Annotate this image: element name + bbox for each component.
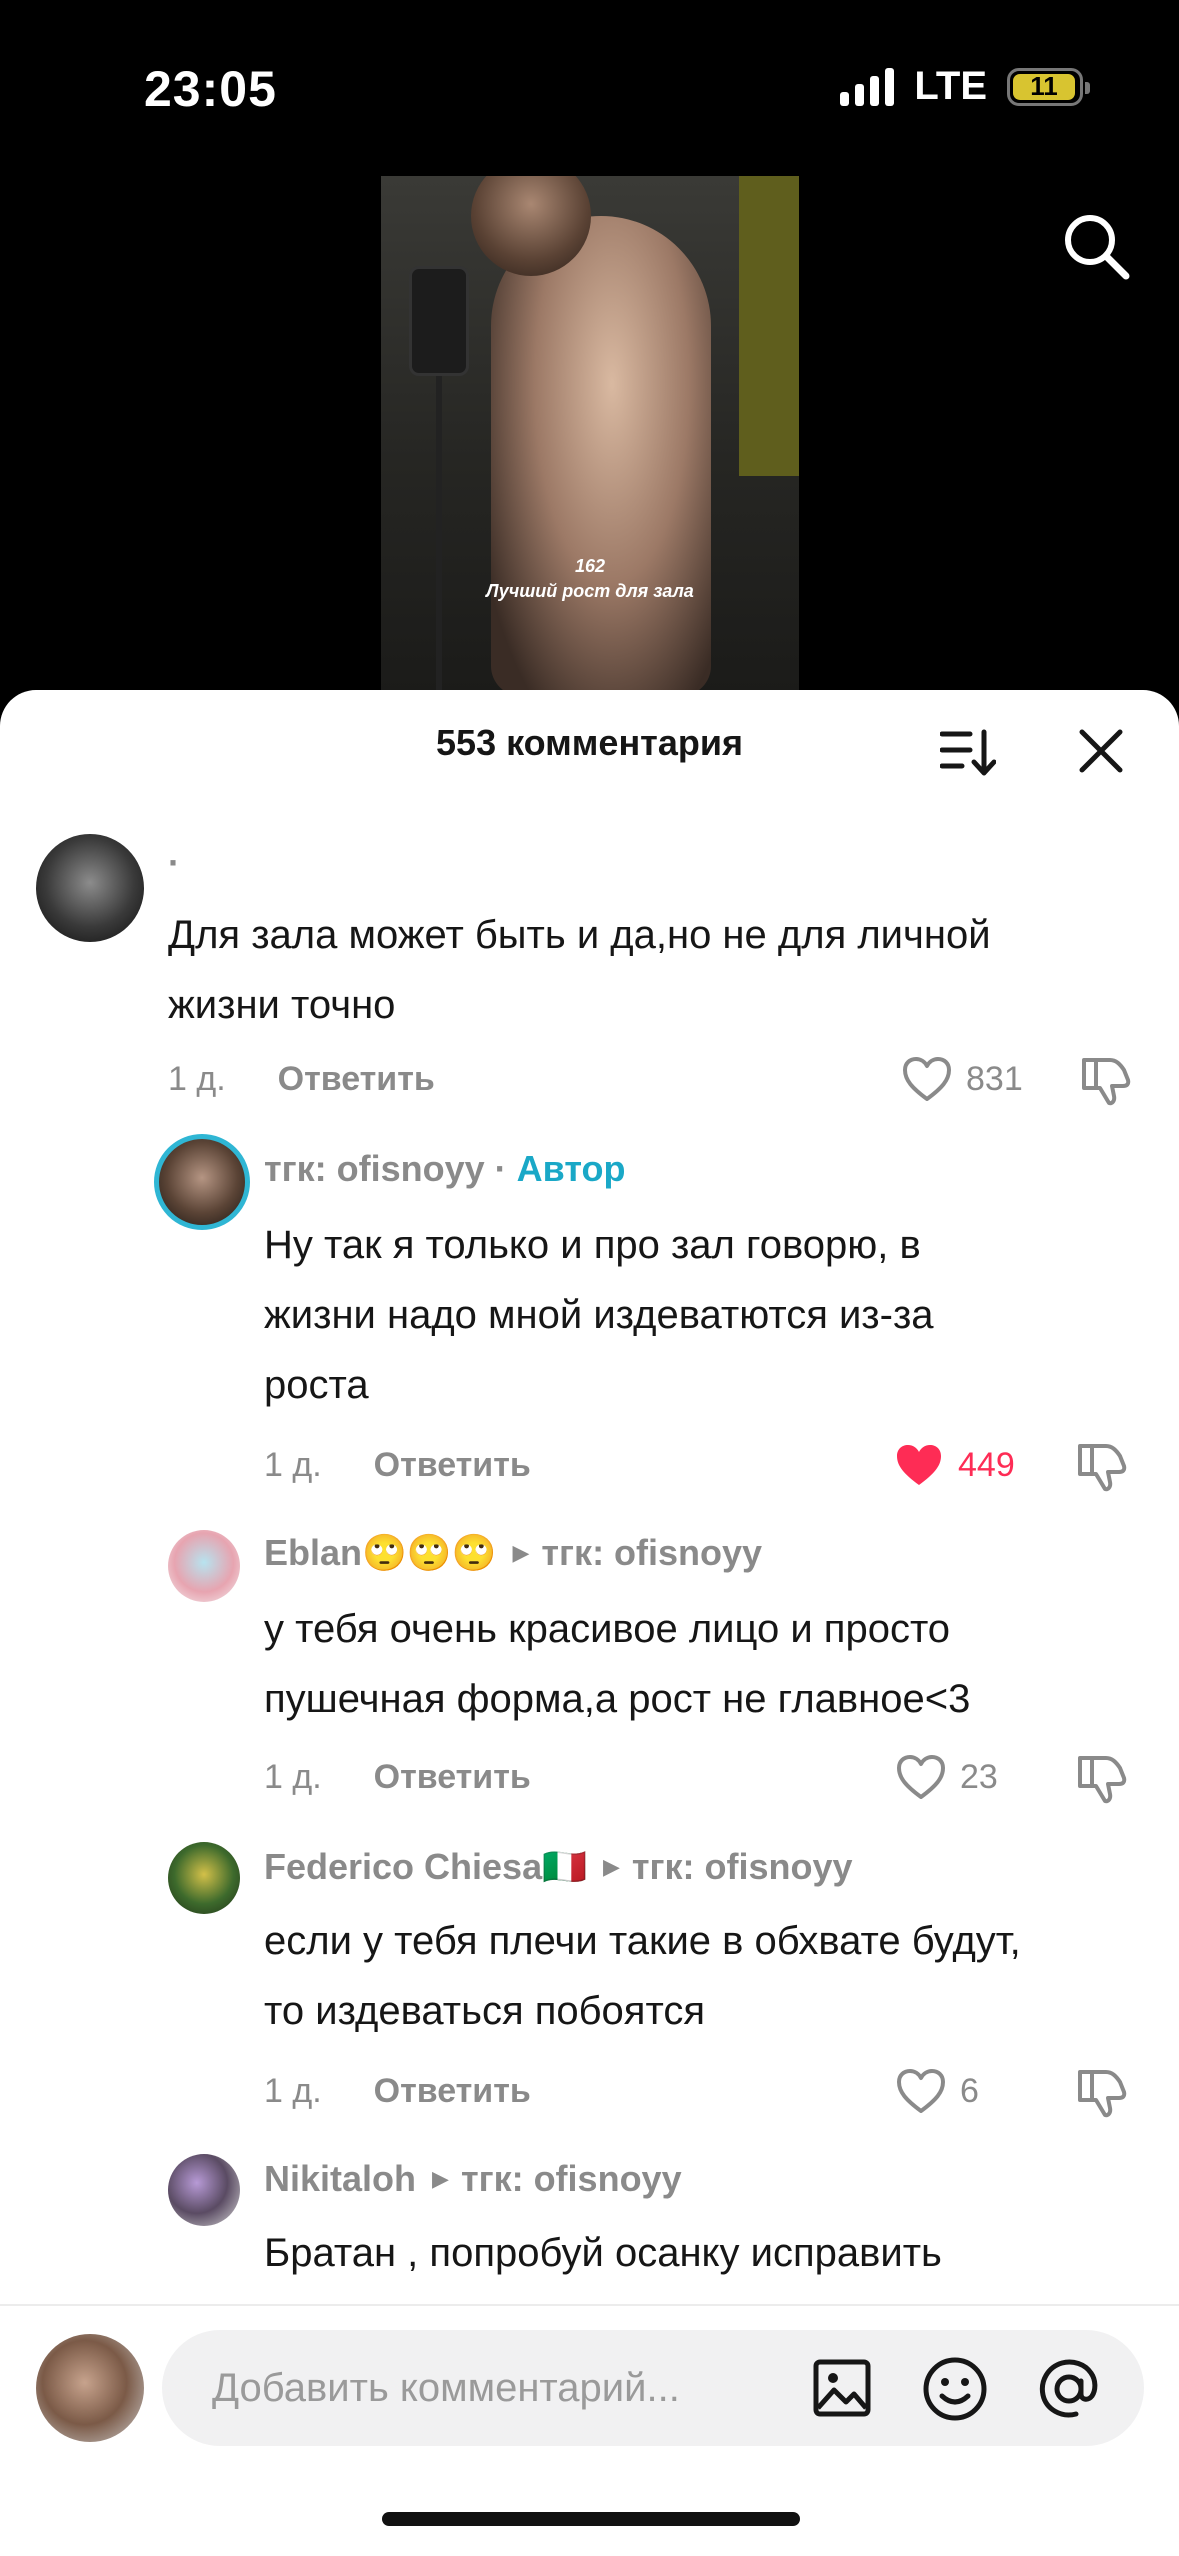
like-count: 23 bbox=[960, 1757, 998, 1796]
comment-username[interactable]: Federico Chiesa🇮🇹 bbox=[264, 1846, 587, 1888]
like-count: 831 bbox=[966, 1059, 1023, 1098]
reply-button[interactable]: Ответить bbox=[278, 1060, 435, 1099]
heart-outline-icon bbox=[897, 1755, 945, 1799]
video-caption-number: 162 bbox=[574, 556, 606, 576]
author-avatar[interactable] bbox=[154, 1134, 250, 1230]
video-caption-text: Лучший рост для зала bbox=[486, 581, 694, 601]
heart-filled-icon bbox=[897, 1445, 941, 1485]
emoji-icon bbox=[923, 2357, 987, 2421]
comment-text-line: Для зала может быть и да,но не для лично… bbox=[168, 913, 991, 957]
sort-icon bbox=[939, 729, 997, 776]
comment-header: Nikitaloh ▶ тгк: ofisnoyy bbox=[264, 2158, 682, 2200]
thumbs-down-icon bbox=[1078, 2070, 1127, 2118]
home-indicator[interactable] bbox=[382, 2512, 800, 2526]
like-button[interactable]: 23 bbox=[896, 1754, 998, 1800]
heart-outline-icon bbox=[897, 2069, 945, 2113]
comment-username[interactable]: · bbox=[168, 842, 180, 884]
reply-button[interactable]: Ответить bbox=[374, 2072, 531, 2111]
comment-text-line: если у тебя плечи такие в обхвате будут, bbox=[264, 1919, 1021, 1963]
sort-button[interactable] bbox=[939, 728, 997, 778]
comment-header: тгк: ofisnoyy · Автор bbox=[264, 1148, 625, 1190]
comment-text-line: пушечная форма,а рост не главное<3 bbox=[264, 1677, 971, 1721]
comment-text-line: роста bbox=[264, 1363, 369, 1407]
close-button[interactable] bbox=[1078, 728, 1124, 774]
author-separator: · bbox=[494, 1148, 507, 1189]
image-button[interactable] bbox=[812, 2358, 872, 2423]
dislike-button[interactable] bbox=[1080, 1056, 1132, 1106]
like-count: 6 bbox=[960, 2071, 979, 2110]
avatar[interactable] bbox=[168, 1842, 240, 1914]
tripod-pole bbox=[436, 376, 442, 692]
author-badge: Автор bbox=[516, 1148, 626, 1189]
comment-age: 1 д. bbox=[264, 1758, 322, 1796]
reply-button[interactable]: Ответить bbox=[374, 1446, 531, 1485]
battery-icon: 11 bbox=[1007, 67, 1090, 106]
comment-header: Eblan🙄🙄🙄 ▶ тгк: ofisnoyy bbox=[264, 1532, 762, 1574]
like-button[interactable]: 6 bbox=[896, 2068, 979, 2114]
comment-username[interactable]: тгк: ofisnoyy bbox=[264, 1148, 485, 1190]
person-figure bbox=[491, 216, 711, 692]
comment-text-line: жизни точно bbox=[168, 983, 396, 1027]
at-sign-icon bbox=[1039, 2359, 1098, 2418]
dislike-button[interactable] bbox=[1076, 1442, 1128, 1492]
search-button[interactable] bbox=[1060, 210, 1132, 282]
status-time: 23:05 bbox=[144, 61, 277, 117]
my-avatar[interactable] bbox=[36, 2334, 144, 2442]
comment-text-line: у тебя очень красивое лицо и просто bbox=[264, 1607, 951, 1651]
thumbs-down-icon bbox=[1078, 1756, 1127, 1804]
emoji-button[interactable] bbox=[922, 2356, 988, 2427]
video-background-wall bbox=[739, 176, 799, 476]
avatar[interactable] bbox=[168, 1530, 240, 1602]
comment-text-line: Ну так я только и про зал говорю, в bbox=[264, 1223, 921, 1267]
close-icon bbox=[1079, 729, 1123, 773]
avatar[interactable] bbox=[36, 834, 144, 942]
comment-username[interactable]: Nikitaloh bbox=[264, 2158, 416, 2200]
reply-arrow-icon: ▶ bbox=[602, 1854, 620, 1879]
reply-to-username[interactable]: тгк: ofisnoyy bbox=[632, 1846, 853, 1888]
image-icon bbox=[813, 2359, 871, 2417]
phone-on-tripod bbox=[409, 266, 469, 376]
comment-text-line: Братан , попробуй осанку исправить bbox=[264, 2231, 942, 2275]
avatar[interactable] bbox=[168, 2154, 240, 2226]
reply-to-username[interactable]: тгк: ofisnoyy bbox=[461, 2158, 682, 2200]
dislike-button[interactable] bbox=[1076, 2068, 1128, 2118]
comment-input-placeholder[interactable]: Добавить комментарий... bbox=[212, 2366, 680, 2411]
comment-text-line: то издеваться побоятся bbox=[264, 1989, 705, 2033]
comment-age: 1 д. bbox=[264, 1446, 322, 1484]
comment-age: 1 д. bbox=[168, 1060, 226, 1098]
heart-outline-icon bbox=[903, 1057, 951, 1101]
search-icon bbox=[1065, 215, 1130, 280]
comment-text-line: жизни надо мной издеватются из-за bbox=[264, 1293, 934, 1337]
reply-arrow-icon: ▶ bbox=[432, 2166, 449, 2191]
reply-arrow-icon: ▶ bbox=[512, 1540, 530, 1565]
thumbs-down-icon bbox=[1082, 1058, 1131, 1106]
reply-button[interactable]: Ответить bbox=[374, 1758, 531, 1797]
mention-button[interactable] bbox=[1036, 2356, 1102, 2427]
comments-count-title: 553 комментария bbox=[436, 722, 743, 763]
network-label: LTE bbox=[914, 64, 987, 108]
comments-sheet: 553 комментария · Для зала может быть и … bbox=[0, 690, 1179, 2556]
signal-icon bbox=[840, 67, 895, 106]
reply-to-username[interactable]: тгк: ofisnoyy bbox=[541, 1532, 762, 1574]
like-button[interactable]: 449 bbox=[894, 1442, 1015, 1488]
battery-level: 11 bbox=[1013, 71, 1075, 101]
comment-header: Federico Chiesa🇮🇹 ▶ тгк: ofisnoyy bbox=[264, 1846, 853, 1888]
comment-username[interactable]: Eblan🙄🙄🙄 bbox=[264, 1532, 497, 1574]
like-count: 449 bbox=[958, 1445, 1015, 1484]
like-button[interactable]: 831 bbox=[902, 1056, 1023, 1102]
thumbs-down-icon bbox=[1078, 1444, 1127, 1492]
video-preview[interactable]: 162 Лучший рост для зала bbox=[381, 176, 799, 692]
status-indicators: LTE 11 bbox=[840, 64, 1090, 109]
comment-age: 1 д. bbox=[264, 2072, 322, 2110]
dislike-button[interactable] bbox=[1076, 1754, 1128, 1804]
input-divider bbox=[0, 2304, 1179, 2306]
